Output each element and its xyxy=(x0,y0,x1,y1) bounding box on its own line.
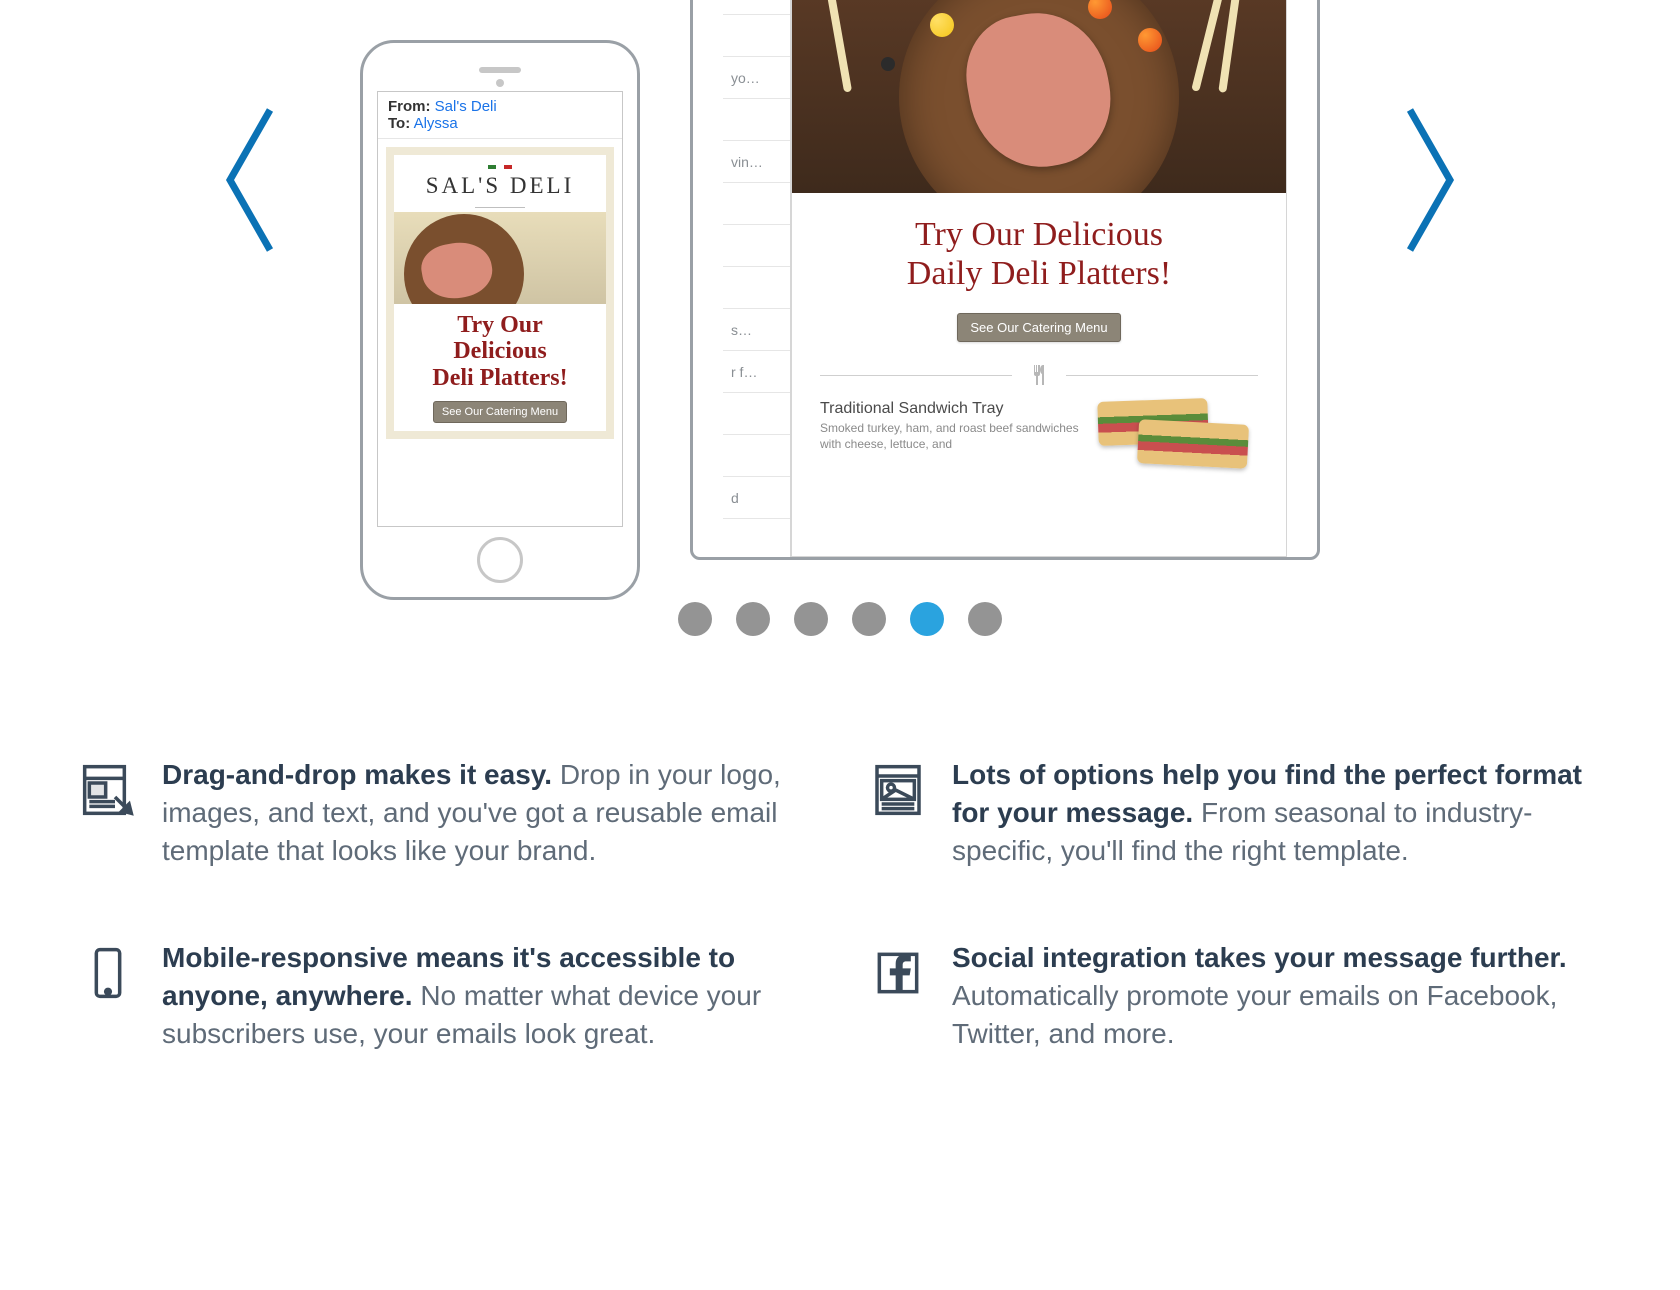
mail-header: From: Sal's Deli To: Alyssa xyxy=(378,92,622,139)
product-desc: Smoked turkey, ham, and roast beef sandw… xyxy=(820,420,1084,452)
list-item xyxy=(723,183,790,225)
list-item: s… xyxy=(723,309,790,351)
carousel-dots xyxy=(80,602,1600,636)
feature-desc: Automatically promote your emails on Fac… xyxy=(952,980,1557,1049)
deli-platter-image xyxy=(792,0,1286,193)
phone-screen: From: Sal's Deli To: Alyssa SAL'S DELI T… xyxy=(377,91,623,527)
feature-social: Social integration takes your message fu… xyxy=(870,939,1600,1052)
catering-menu-button[interactable]: See Our Catering Menu xyxy=(433,401,567,423)
list-item xyxy=(723,15,790,57)
carousel-dot-4[interactable] xyxy=(852,602,886,636)
feature-title: Social integration takes your message fu… xyxy=(952,942,1567,973)
list-item xyxy=(723,99,790,141)
carousel-next-arrow[interactable] xyxy=(1400,100,1460,260)
carousel-dot-2[interactable] xyxy=(736,602,770,636)
carousel: J Stevens yo… vin… s… r f… d N… xyxy=(80,0,1600,590)
product-row: Traditional Sandwich Tray Smoked turkey,… xyxy=(792,390,1286,480)
feature-drag-drop: Drag-and-drop makes it easy. Drop in you… xyxy=(80,756,810,869)
list-item xyxy=(723,393,790,435)
list-item: vin… xyxy=(723,141,790,183)
tablet-sidebar: J Stevens yo… vin… s… r f… d N… xyxy=(723,0,791,557)
catering-menu-button[interactable]: See Our Catering Menu xyxy=(957,313,1120,342)
list-item: yo… xyxy=(723,57,790,99)
phone-mock: From: Sal's Deli To: Alyssa SAL'S DELI T… xyxy=(360,40,640,600)
carousel-dot-5[interactable] xyxy=(910,602,944,636)
carousel-dot-6[interactable] xyxy=(968,602,1002,636)
tablet-email-body: Try Our Delicious Daily Deli Platters! S… xyxy=(791,0,1287,557)
list-item xyxy=(723,435,790,477)
email-headline: Try Our Delicious Daily Deli Platters! xyxy=(792,193,1286,307)
phone-camera-icon xyxy=(496,79,504,87)
chevron-left-icon xyxy=(220,100,280,260)
from-value: Sal's Deli xyxy=(435,98,497,115)
list-item xyxy=(723,225,790,267)
carousel-dot-1[interactable] xyxy=(678,602,712,636)
tablet-mock: J Stevens yo… vin… s… r f… d N… xyxy=(690,0,1320,560)
feature-title: Drag-and-drop makes it easy. xyxy=(162,759,552,790)
carousel-prev-arrow[interactable] xyxy=(220,100,280,260)
divider xyxy=(792,360,1286,390)
facebook-icon xyxy=(870,939,928,1052)
email-headline: Try Our Delicious Deli Platters! xyxy=(394,304,606,401)
utensils-icon xyxy=(1024,360,1054,390)
carousel-dot-3[interactable] xyxy=(794,602,828,636)
to-label: To: xyxy=(388,115,410,132)
feature-grid: Drag-and-drop makes it easy. Drop in you… xyxy=(80,756,1600,1053)
sandwich-image xyxy=(1098,400,1258,470)
phone-email-body: SAL'S DELI Try Our Delicious Deli Platte… xyxy=(386,147,614,439)
from-label: From: xyxy=(388,98,431,115)
feature-templates: Lots of options help you find the perfec… xyxy=(870,756,1600,869)
mobile-icon xyxy=(80,939,138,1052)
deli-platter-image xyxy=(394,212,606,304)
list-item xyxy=(723,267,790,309)
brand-logo: SAL'S DELI xyxy=(394,155,606,203)
to-value: Alyssa xyxy=(414,115,458,132)
carousel-slide: J Stevens yo… vin… s… r f… d N… xyxy=(360,0,1320,590)
chevron-right-icon xyxy=(1400,100,1460,260)
phone-speaker-icon xyxy=(479,67,521,73)
template-icon xyxy=(870,756,928,869)
list-item: d xyxy=(723,477,790,519)
home-button-icon xyxy=(477,537,523,583)
list-item: r f… xyxy=(723,351,790,393)
list-item: J Stevens xyxy=(723,0,790,15)
list-item xyxy=(723,519,790,560)
drag-drop-icon xyxy=(80,756,138,869)
product-title: Traditional Sandwich Tray xyxy=(820,400,1084,418)
feature-mobile: Mobile-responsive means it's accessible … xyxy=(80,939,810,1052)
